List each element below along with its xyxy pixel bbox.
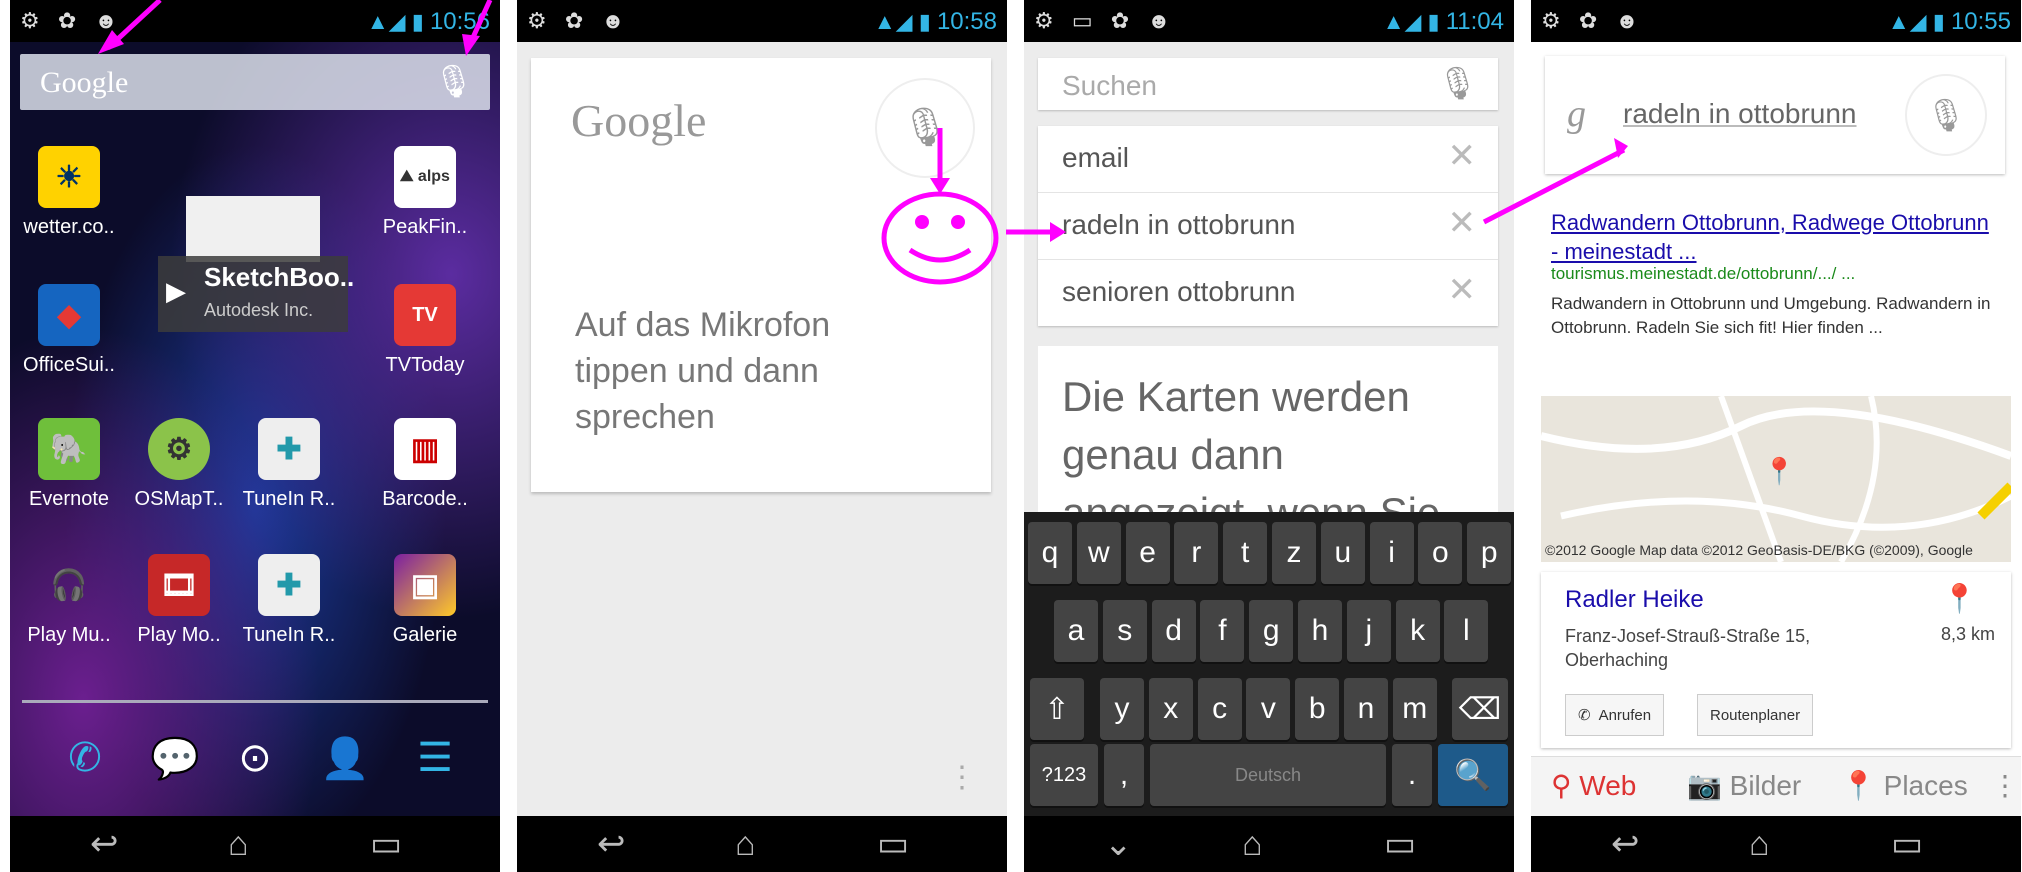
arrow-to-query — [1482, 147, 1626, 225]
smiley-face — [881, 191, 999, 285]
smiley-mouth — [908, 247, 972, 263]
annotation-overlay — [98, 0, 1628, 285]
